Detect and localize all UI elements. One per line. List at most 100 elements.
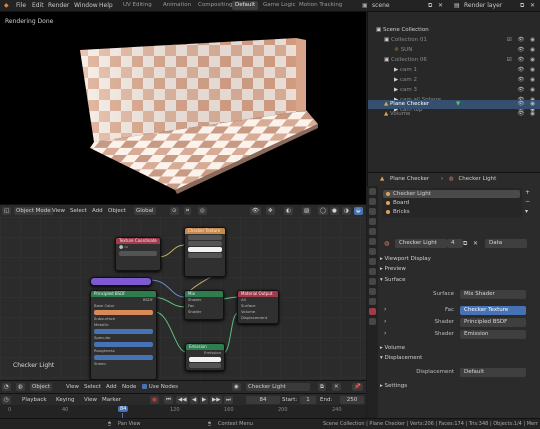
tab-output-icon[interactable] [369,208,376,215]
outliner-row-cam-3[interactable]: ▶ cam 3 👁 ◉ [368,86,540,95]
node-principled-bsdf[interactable]: Principled BSDF BSDF Base Color Subsurfa… [90,290,157,380]
play-icon[interactable]: ▶ [200,396,209,404]
material-slot[interactable]: Checker Light [383,190,520,198]
menu-edit[interactable]: Edit [32,1,44,10]
workspace-tab-uv-editing[interactable]: UV Editing [120,1,155,10]
pin-icon[interactable]: 📌 [352,383,363,391]
visibility-icon[interactable]: 👁 [250,207,261,215]
record-icon[interactable]: ● [150,396,159,404]
node-input-pill[interactable] [90,277,152,286]
shader2-expand-icon[interactable]: › [384,330,386,337]
outliner-row-scene-collection[interactable]: ▣ Scene Collection [368,26,540,35]
tab-material-icon[interactable] [369,308,376,315]
viewport-menu-object[interactable]: Object [108,207,126,215]
material-slot[interactable]: Board [383,199,520,207]
current-frame-field[interactable]: 84 [246,396,280,404]
menu-help[interactable]: Help [99,1,113,10]
section-displacement[interactable]: ▾ Displacement [380,354,538,363]
section-viewport-display[interactable]: ▸ Viewport Display [380,255,538,264]
outliner-row-volume[interactable]: ▲ Volume 👁 ◉ [368,110,540,119]
node-menu-select[interactable]: Select [84,383,101,391]
workspace-tab-motion-tracking[interactable]: Motion Tracking [296,1,345,10]
transform-orientation-selector[interactable]: Global [134,207,156,215]
slot-add-icon[interactable]: + [525,189,530,196]
node-menu-add[interactable]: Add [106,383,117,391]
mode-selector[interactable]: Object Mode [14,207,53,215]
visibility-icons[interactable]: 👁 ◉ [517,66,537,75]
displacement-field[interactable]: Default [460,368,526,377]
proportional-edit-icon[interactable]: ◎ [198,207,207,215]
viewport-menu-add[interactable]: Add [92,207,103,215]
visibility-icons[interactable]: ☑ 👁 ◉ [507,36,537,45]
render-layer-selector[interactable]: Render layer [464,1,502,10]
tab-scene-icon[interactable] [369,228,376,235]
material-browse-icon[interactable]: ◍ [384,240,389,247]
tab-render-icon[interactable] [369,198,376,205]
jump-start-icon[interactable]: ⏮ [164,396,173,404]
tab-data-icon[interactable] [369,298,376,305]
viewport-3d[interactable] [0,12,366,204]
node-field[interactable] [188,253,222,258]
current-frame-marker[interactable]: 84 [118,406,129,412]
shading-solid-icon[interactable]: ● [330,207,339,215]
menu-window[interactable]: Window [74,1,98,10]
visibility-icons[interactable]: 👁 ◉ [517,100,537,109]
scene-remove-icon[interactable]: ✕ [438,1,443,10]
timeline-menu-marker[interactable]: Marker [102,396,121,404]
shading-rendered-icon[interactable]: ◒ [354,207,363,215]
tab-view-layer-icon[interactable] [369,218,376,225]
material-unlink-icon[interactable]: ✕ [473,240,478,247]
node-editor[interactable]: Texture Coordinate ⬤ ▭ Checker Texture P… [0,217,366,380]
next-key-icon[interactable]: ▶▶ [210,396,223,404]
timeline-menu-playback[interactable]: Playback [22,396,47,404]
node-field[interactable] [188,235,222,240]
shader1-input-field[interactable]: Principled BSDF [460,318,526,327]
tab-world-icon[interactable] [369,238,376,245]
tab-constraints-icon[interactable] [369,288,376,295]
use-nodes-checkbox[interactable]: Use Nodes [142,383,178,391]
node-material-output[interactable]: Material Output All Surface Volume Displ… [237,290,279,324]
outliner-row-sun[interactable]: ☼ SUN 👁 ◉ [368,46,540,55]
node-checker-texture[interactable]: Checker Texture [184,227,226,277]
start-frame-field[interactable]: 1 [300,396,316,404]
node-color-field[interactable] [188,247,222,252]
timeline-editor-type-icon[interactable]: ◷ [2,396,11,404]
material-name-field[interactable]: Checker Light [395,239,447,248]
node-menu-view[interactable]: View [66,383,79,391]
workspace-tab-compositing[interactable]: Compositing [195,1,235,10]
end-frame-field[interactable]: 250 [340,396,364,404]
render-layer-add-icon[interactable]: ⧉ [520,1,524,10]
blender-logo-icon[interactable]: ◆ [4,1,9,10]
tab-particles-icon[interactable] [369,268,376,275]
visibility-icons[interactable]: ☑ 👁 ◉ [507,56,537,65]
node-color-field[interactable] [189,357,221,362]
section-volume[interactable]: ▸ Volume [380,344,538,353]
tab-physics-icon[interactable] [369,278,376,285]
xray-icon[interactable]: ▧ [302,207,312,215]
overlay-icon[interactable]: ◐ [284,207,293,215]
material-users-count[interactable]: 4 [447,239,463,248]
timeline-menu-view[interactable]: View [84,396,97,404]
tab-tool-icon[interactable] [369,188,376,195]
snap-icon[interactable]: ⌗ [184,207,192,215]
shader1-expand-icon[interactable]: › [384,318,386,325]
jump-end-icon[interactable]: ⏭ [224,396,233,404]
slot-menu-icon[interactable]: ▾ [525,208,528,215]
node-mix-shader[interactable]: Mix Shader Fac Shader [184,290,224,320]
outliner-row-plane-checker[interactable]: ▲ Plane Checker ▼ 👁 ◉ [368,100,540,109]
shading-material-icon[interactable]: ◑ [342,207,351,215]
timeline-menu-keying[interactable]: Keying [56,396,74,404]
pivot-icon[interactable]: ⊙ [170,207,179,215]
outliner-row-cam-1[interactable]: ▶ cam 1 👁 ◉ [368,66,540,75]
viewport-menu-view[interactable]: View [52,207,65,215]
material-users-icon[interactable]: ⧉ [318,383,326,391]
node-editor-type-icon[interactable]: ◔ [2,383,11,391]
node-field[interactable] [94,329,153,334]
scene-selector[interactable]: scene [372,1,390,10]
node-field[interactable] [94,355,153,360]
node-field[interactable] [94,342,153,347]
shader-type-icon[interactable]: ◍ [16,383,25,391]
prev-key-icon[interactable]: ◀◀ [176,396,189,404]
tab-texture-icon[interactable] [369,318,376,325]
node-emission[interactable]: Emission Emission [185,343,225,371]
